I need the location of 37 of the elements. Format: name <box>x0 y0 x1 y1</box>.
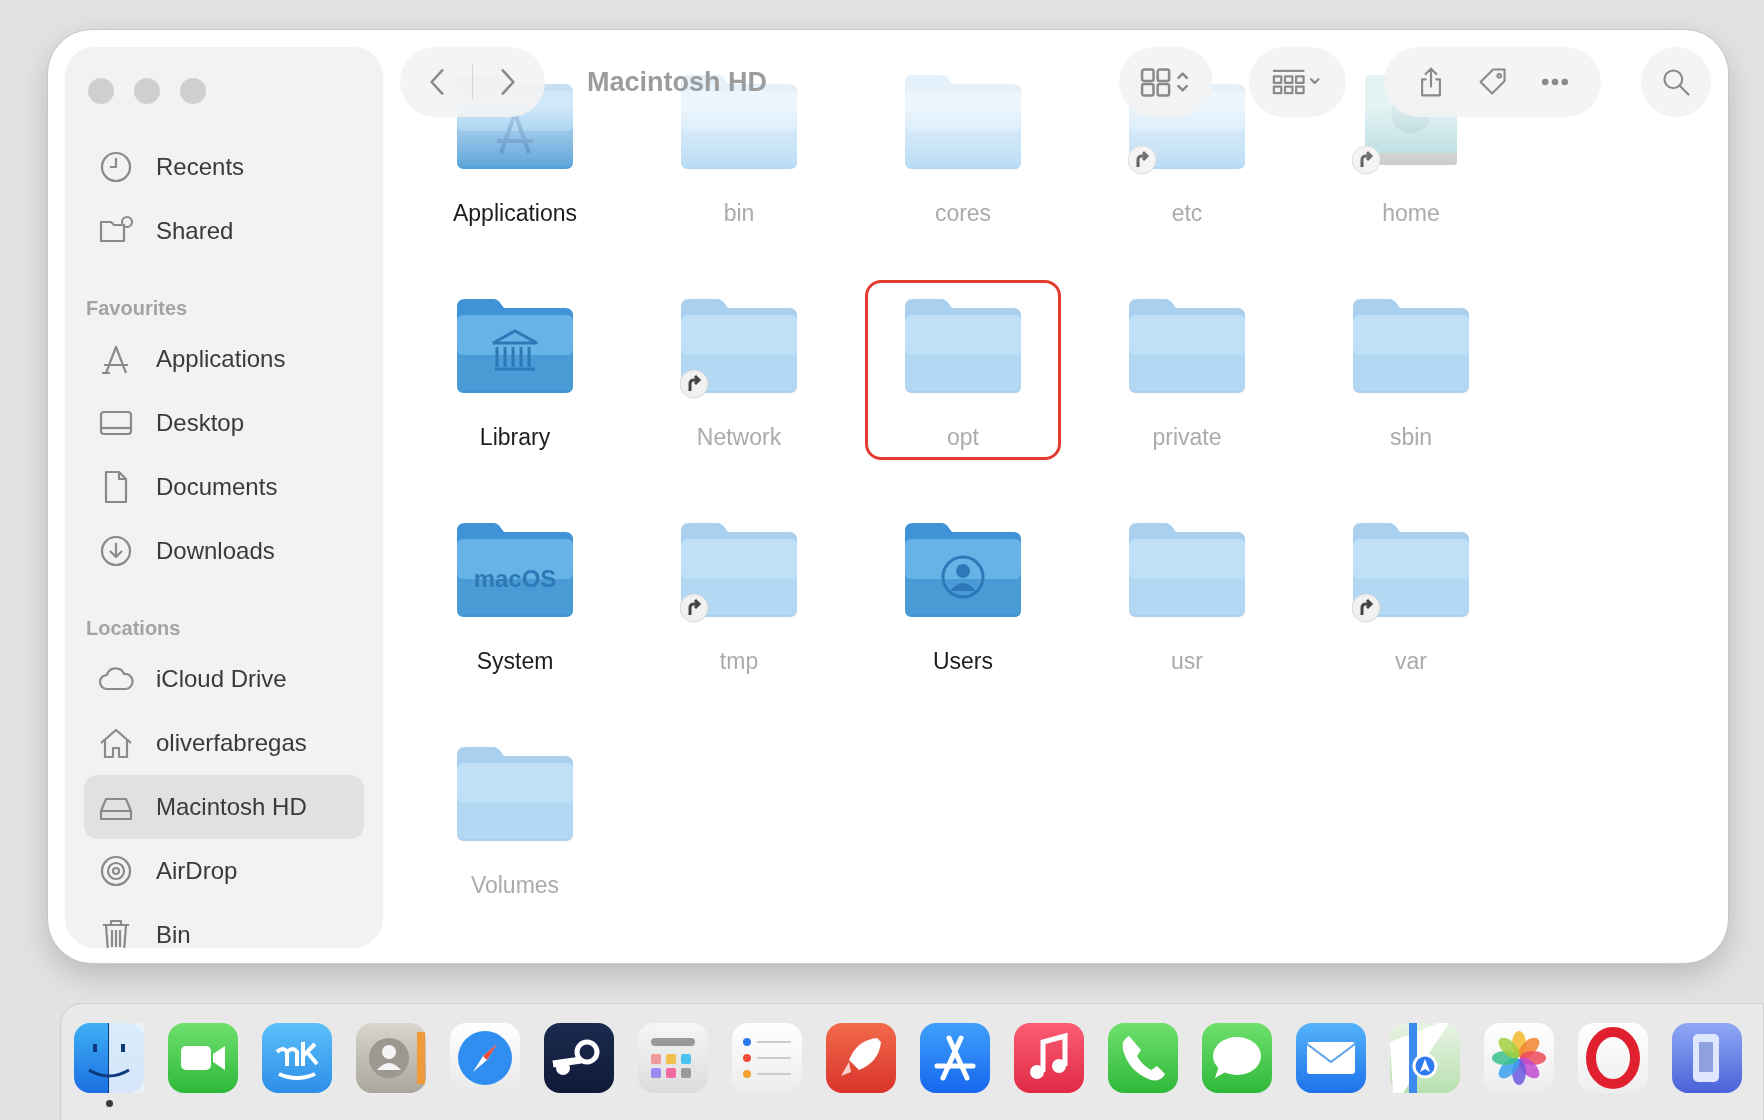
sidebar-item[interactable]: AirDrop <box>84 839 364 903</box>
device-icon[interactable] <box>1671 1022 1743 1094</box>
sidebar-heading: Locations <box>85 616 182 641</box>
airdrop-icon <box>98 853 134 889</box>
folder-badge-text: macOS <box>473 565 557 592</box>
sidebar-item[interactable]: iCloud Drive <box>84 647 364 711</box>
music-note-icon[interactable] <box>1013 1022 1085 1094</box>
sidebar-heading: Favourites <box>85 296 189 321</box>
video-camera-icon[interactable] <box>167 1022 239 1094</box>
file-name[interactable]: Applications <box>453 196 577 230</box>
phone-icon[interactable] <box>1107 1022 1179 1094</box>
sidebar-item[interactable]: Documents <box>84 455 364 519</box>
ring-icon[interactable] <box>1577 1022 1649 1094</box>
sidebar-item[interactable]: oliverfabregas <box>84 711 364 775</box>
download-icon <box>98 533 134 569</box>
sidebar-item[interactable]: Shared <box>84 199 364 263</box>
clock-icon <box>98 149 134 185</box>
map-icon[interactable] <box>1389 1022 1461 1094</box>
file-name[interactable]: System <box>476 644 554 678</box>
sidebar-item[interactable]: Downloads <box>84 519 364 583</box>
search-icon <box>1660 66 1692 98</box>
sidebar-item[interactable]: Applications <box>84 327 364 391</box>
rocket-icon[interactable] <box>825 1022 897 1094</box>
sidebar-item[interactable]: Bin <box>84 903 364 948</box>
wave-icon[interactable] <box>261 1022 333 1094</box>
envelope-icon[interactable] <box>1295 1022 1367 1094</box>
smiling-face-icon[interactable] <box>73 1022 145 1094</box>
person-card-icon[interactable] <box>355 1022 427 1094</box>
speech-bubble-icon[interactable] <box>1201 1022 1273 1094</box>
sidebar-item[interactable]: Desktop <box>84 391 364 455</box>
window-title: Macintosh HD <box>587 66 767 98</box>
launcher-grid-icon[interactable] <box>637 1022 709 1094</box>
sidebar-item[interactable]: Macintosh HD <box>84 775 364 839</box>
circle-rod-icon[interactable] <box>543 1022 615 1094</box>
sidebar-item[interactable]: Recents <box>84 135 364 199</box>
file-name[interactable]: Library <box>479 420 551 454</box>
file-name[interactable]: Users <box>932 644 994 678</box>
